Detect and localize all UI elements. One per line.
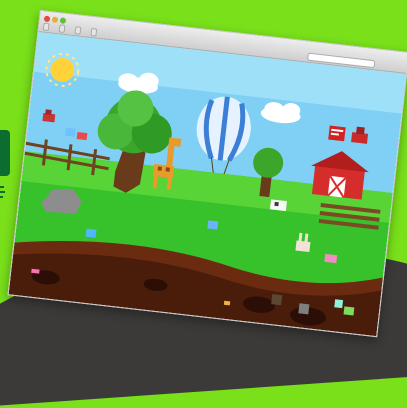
cow-icon[interactable] xyxy=(269,199,287,212)
forward-button[interactable] xyxy=(58,24,66,33)
logo-badge[interactable] xyxy=(328,125,346,142)
background-tab xyxy=(0,130,10,176)
background-ticks xyxy=(0,186,5,198)
close-button[interactable] xyxy=(43,15,51,23)
pig-icon[interactable] xyxy=(324,253,338,264)
home-button[interactable] xyxy=(90,27,98,37)
reload-button[interactable] xyxy=(74,26,82,35)
zoom-button[interactable] xyxy=(59,17,67,24)
back-button[interactable] xyxy=(42,22,50,32)
browser-window xyxy=(7,10,407,338)
minimize-button[interactable] xyxy=(51,16,59,24)
game-scene xyxy=(8,31,407,337)
